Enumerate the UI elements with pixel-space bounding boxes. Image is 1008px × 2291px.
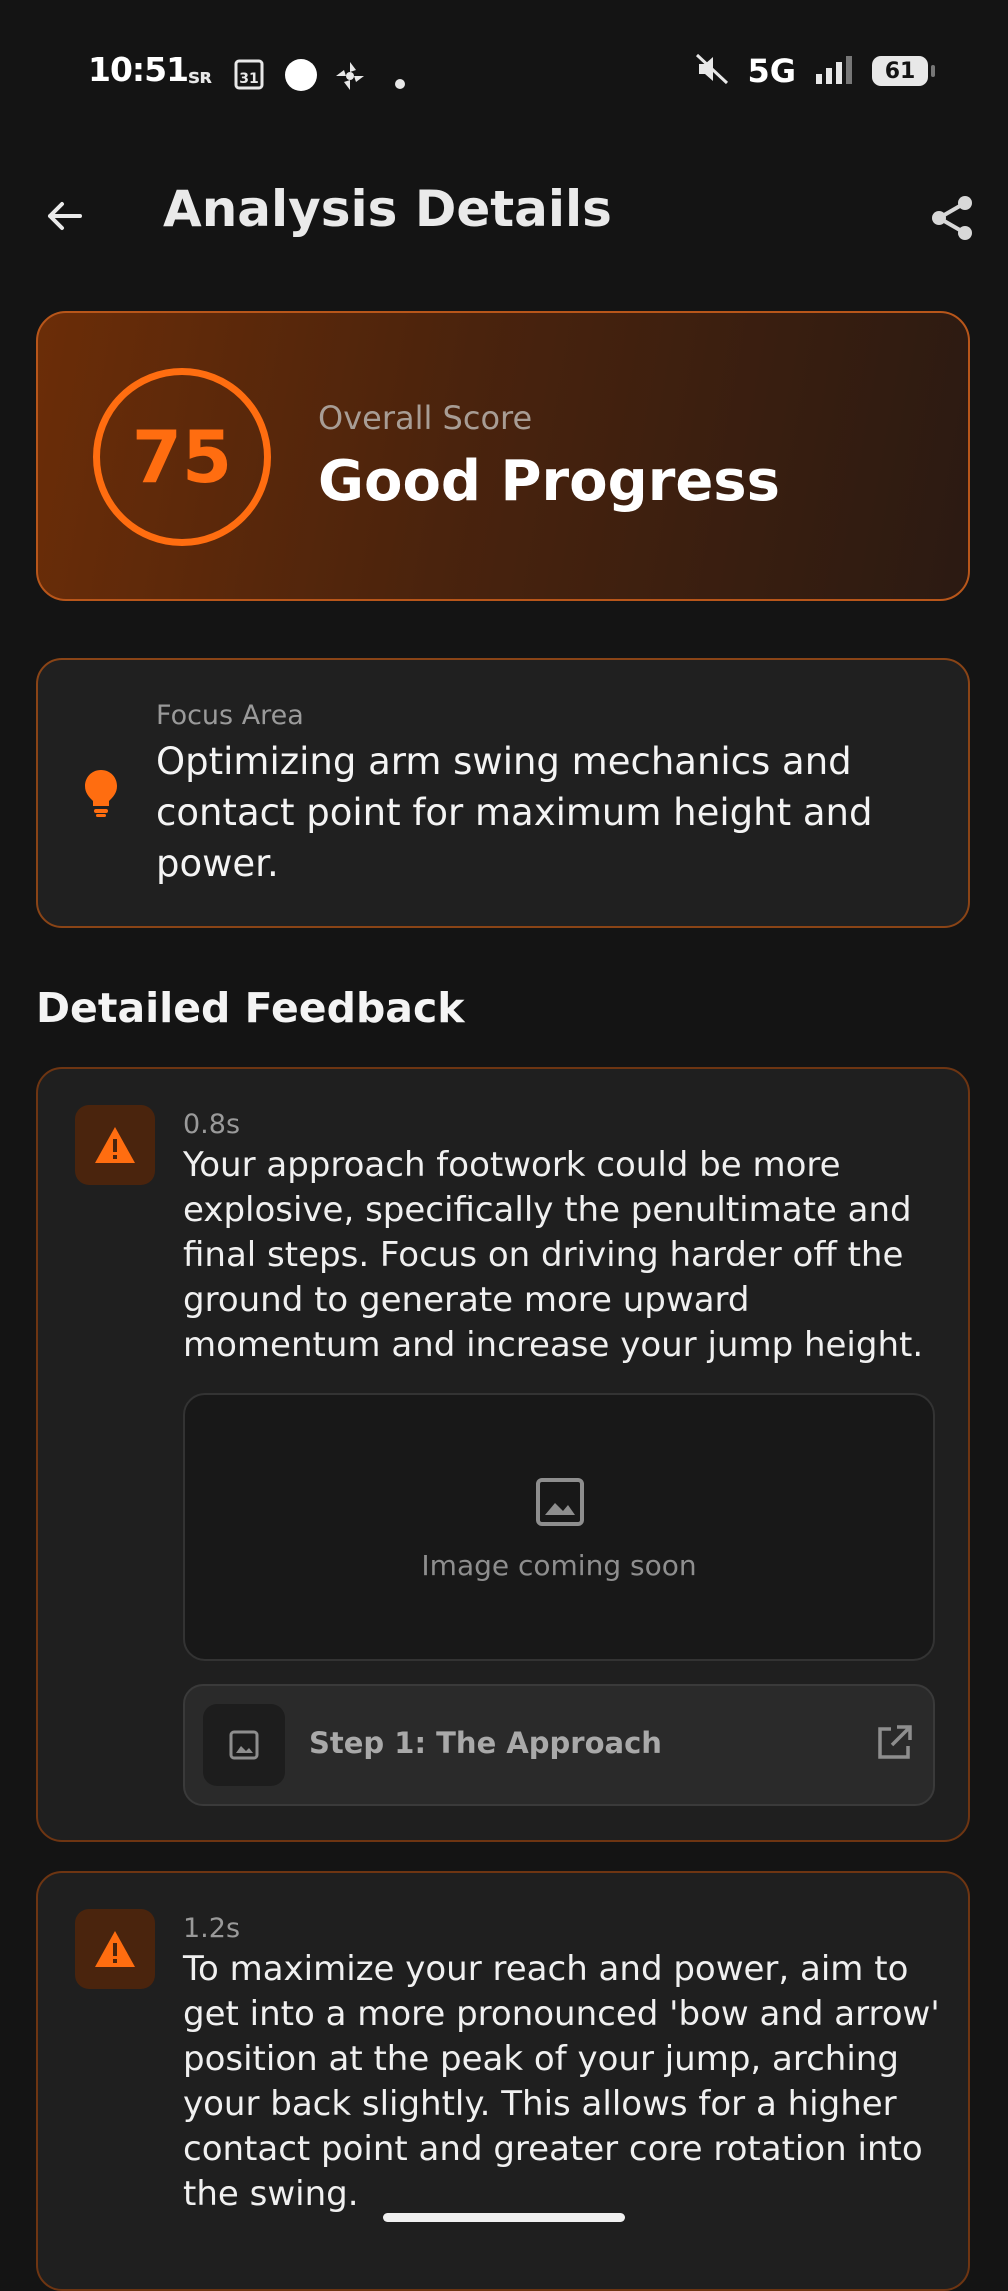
image-icon <box>535 1477 585 1531</box>
share-icon <box>932 196 972 240</box>
lightbulb-icon <box>83 768 119 822</box>
placeholder-text: Image coming soon <box>421 1549 697 1582</box>
circle-icon <box>284 58 318 98</box>
score-headline: Good Progress <box>318 449 780 514</box>
focus-text: Optimizing arm swing mechanics and conta… <box>156 740 873 885</box>
network-type: 5G <box>747 52 796 90</box>
status-bar: 10:51 ꜱʀ 31 5G 61 <box>0 0 1008 150</box>
warning-badge <box>75 1105 155 1185</box>
status-time: 10:51 <box>88 50 189 89</box>
calendar-icon: 31 <box>234 56 264 96</box>
overall-score-card: 75 Overall Score Good Progress <box>36 311 970 601</box>
svg-text:31: 31 <box>239 71 258 87</box>
step-label: Step 1: The Approach <box>309 1726 662 1760</box>
sr-icon: ꜱʀ <box>188 64 213 88</box>
step-thumbnail <box>203 1704 285 1786</box>
mute-icon <box>695 53 729 89</box>
warning-icon <box>95 1931 135 1967</box>
score-ring: 75 <box>93 368 271 546</box>
section-title: Detailed Feedback <box>36 984 465 1032</box>
feedback-timestamp: 0.8s <box>183 1109 241 1140</box>
dot-icon <box>394 68 406 96</box>
home-indicator[interactable] <box>383 2213 625 2222</box>
signal-icon <box>814 54 854 88</box>
focus-label: Focus Area <box>156 700 304 731</box>
arrow-left-icon <box>48 202 82 230</box>
open-external-icon <box>875 1724 913 1766</box>
feedback-text: Your approach footwork could be more exp… <box>183 1145 924 1365</box>
feedback-timestamp: 1.2s <box>183 1913 241 1944</box>
page-title: Analysis Details <box>163 180 612 238</box>
battery-icon: 61 <box>872 56 935 86</box>
feedback-card: 0.8s Your approach footwork could be mor… <box>36 1067 970 1842</box>
feedback-card: 1.2s To maximize your reach and power, a… <box>36 1871 970 2291</box>
step-link-button[interactable]: Step 1: The Approach <box>183 1684 935 1806</box>
back-button[interactable] <box>36 188 92 244</box>
score-value: 75 <box>131 415 233 499</box>
app-bar: Analysis Details <box>0 170 1008 260</box>
image-placeholder: Image coming soon <box>183 1393 935 1661</box>
share-button[interactable] <box>922 188 982 248</box>
focus-area-card: Focus Area Optimizing arm swing mechanic… <box>36 658 970 928</box>
fan-icon <box>334 60 366 98</box>
score-label: Overall Score <box>318 399 533 437</box>
feedback-text: To maximize your reach and power, aim to… <box>183 1949 940 2214</box>
warning-badge <box>75 1909 155 1989</box>
warning-icon <box>95 1127 135 1163</box>
image-icon <box>229 1730 259 1760</box>
